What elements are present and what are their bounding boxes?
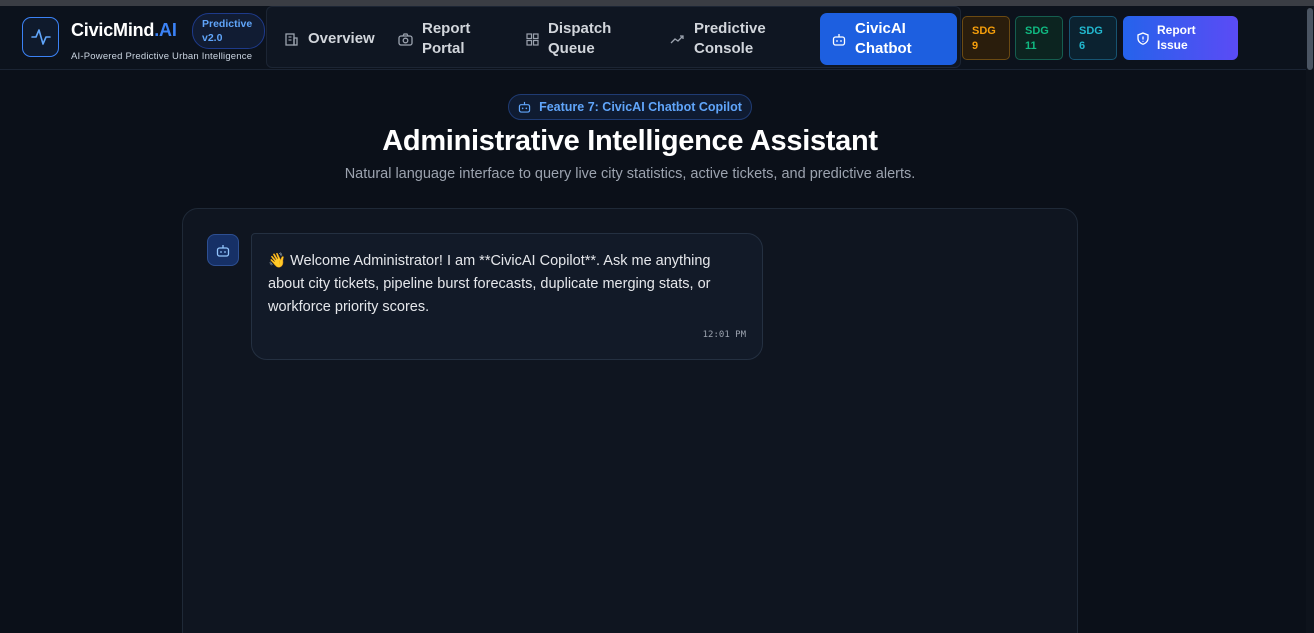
page-scrollbar[interactable] bbox=[1306, 6, 1314, 633]
brand-tagline: AI-Powered Predictive Urban Intelligence bbox=[71, 51, 253, 62]
nav-report-portal[interactable]: Report Portal bbox=[398, 19, 470, 59]
bot-avatar bbox=[207, 234, 239, 266]
bot-icon bbox=[518, 101, 531, 113]
camera-icon bbox=[398, 32, 413, 46]
brand-main-text: CivicMind bbox=[71, 20, 155, 40]
chat-message-timestamp: 12:01 PM bbox=[702, 330, 746, 340]
nav-dispatch-queue-label: Dispatch Queue bbox=[548, 19, 611, 59]
nav-civicai-chatbot-line2: Chatbot bbox=[855, 40, 912, 57]
feature-badge: Feature 7: CivicAI Chatbot Copilot bbox=[508, 94, 752, 120]
sdg-6-line1: SDG bbox=[1079, 25, 1103, 37]
version-badge-line1: Predictive bbox=[202, 18, 253, 30]
report-issue-line2: Issue bbox=[1157, 38, 1188, 52]
trend-icon bbox=[670, 34, 685, 44]
sdg-11-badge[interactable]: SDG 11 bbox=[1015, 16, 1063, 60]
page-scrollbar-thumb[interactable] bbox=[1307, 8, 1313, 70]
nav-overview[interactable]: Overview bbox=[284, 19, 375, 59]
bot-icon bbox=[832, 33, 846, 46]
sdg-9-badge[interactable]: SDG 9 bbox=[962, 16, 1010, 60]
nav-predictive-console-line2: Console bbox=[694, 40, 754, 57]
sdg-11-line1: SDG bbox=[1025, 25, 1049, 37]
nav-dispatch-queue-line2: Queue bbox=[548, 40, 595, 57]
version-badge-line2: v2.0 bbox=[202, 32, 223, 44]
nav-civicai-chatbot-label: CivicAI Chatbot bbox=[855, 19, 912, 59]
main-nav: Overview Report Portal Dispatch Queue Pred… bbox=[266, 6, 961, 68]
pulse-logo-icon[interactable] bbox=[22, 17, 59, 57]
brand-name[interactable]: CivicMind.AI bbox=[71, 20, 177, 41]
building-icon bbox=[284, 32, 299, 47]
nav-report-portal-label: Report Portal bbox=[422, 19, 470, 59]
sdg-6-badge[interactable]: SDG 6 bbox=[1069, 16, 1117, 60]
chat-message-bubble: 👋 Welcome Administrator! I am **CivicAI … bbox=[251, 233, 763, 360]
feature-badge-label: Feature 7: CivicAI Chatbot Copilot bbox=[539, 100, 742, 114]
brand-accent-text: .AI bbox=[154, 20, 177, 40]
nav-dispatch-queue[interactable]: Dispatch Queue bbox=[526, 19, 611, 59]
bot-icon bbox=[216, 244, 230, 257]
report-issue-label: Report Issue bbox=[1157, 23, 1196, 53]
report-issue-line1: Report bbox=[1157, 23, 1196, 37]
sdg-9-line2: 9 bbox=[972, 40, 979, 52]
chat-panel: 👋 Welcome Administrator! I am **CivicAI … bbox=[182, 208, 1078, 633]
nav-overview-label: Overview bbox=[308, 30, 375, 47]
sdg-6-line2: 6 bbox=[1079, 40, 1086, 52]
sdg-11-line2: 11 bbox=[1025, 40, 1037, 52]
nav-predictive-console[interactable]: Predictive Console bbox=[670, 19, 766, 59]
version-badge: Predictive v2.0 bbox=[192, 13, 265, 49]
chat-message-text: 👋 Welcome Administrator! I am **CivicAI … bbox=[268, 253, 711, 315]
nav-civicai-chatbot[interactable]: CivicAI Chatbot bbox=[820, 13, 957, 65]
page-title: Administrative Intelligence Assistant bbox=[382, 125, 878, 157]
nav-predictive-console-label: Predictive Console bbox=[694, 19, 766, 59]
nav-dispatch-queue-line1: Dispatch bbox=[548, 20, 612, 37]
nav-civicai-chatbot-line1: CivicAI bbox=[855, 20, 906, 37]
top-navigation-bar: CivicMind.AI AI-Powered Predictive Urban… bbox=[0, 6, 1306, 70]
nav-report-portal-line1: Report bbox=[422, 20, 471, 37]
report-issue-button[interactable]: Report Issue bbox=[1123, 16, 1238, 60]
nav-report-portal-line2: Portal bbox=[422, 40, 465, 57]
grid-icon bbox=[526, 32, 539, 46]
nav-predictive-console-line1: Predictive bbox=[694, 20, 766, 37]
shield-icon bbox=[1137, 31, 1149, 45]
page-subtitle: Natural language interface to query live… bbox=[344, 166, 916, 182]
sdg-9-line1: SDG bbox=[972, 25, 996, 37]
